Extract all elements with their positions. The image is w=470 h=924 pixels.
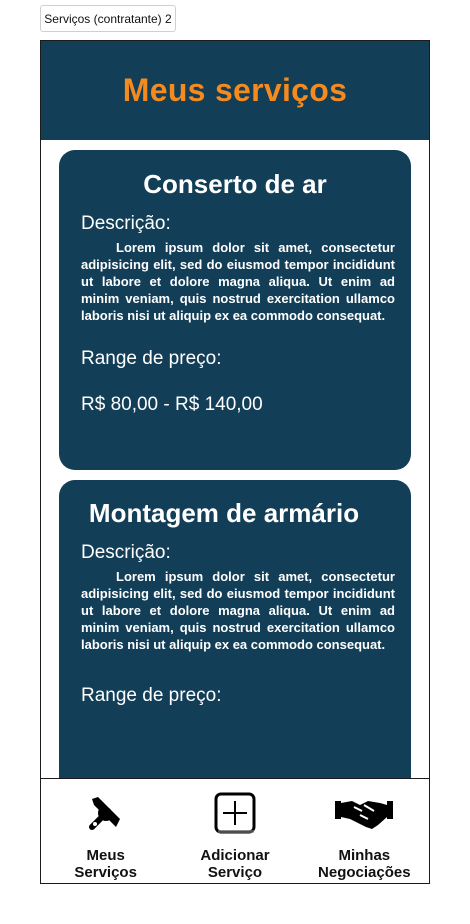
nav-adicionar-servico[interactable]: Adicionar Serviço — [170, 779, 299, 883]
description-label: Descrição: — [81, 213, 171, 234]
nav-label: Adicionar Serviço — [200, 847, 270, 881]
page-title: Meus serviços — [122, 72, 348, 108]
services-list[interactable]: Conserto de ar Descrição: Lorem ipsum do… — [41, 140, 429, 778]
bottom-nav: Meus Serviços Adicionar Serviço Minhas N… — [41, 778, 429, 883]
tools-icon — [86, 791, 126, 835]
phone-frame: Meus serviços Conserto de ar Descrição: … — [40, 40, 430, 884]
service-description: Lorem ipsum dolor sit amet, consectetur … — [81, 569, 395, 652]
service-title: Montagem de armário — [88, 498, 360, 528]
nav-minhas-negociacoes[interactable]: Minhas Negociações — [300, 779, 429, 883]
description-label: Descrição: — [81, 542, 171, 563]
service-card[interactable]: Conserto de ar Descrição: Lorem ipsum do… — [59, 150, 411, 470]
add-square-icon — [213, 791, 257, 835]
nav-meus-servicos[interactable]: Meus Serviços — [41, 779, 170, 883]
app-header: Meus serviços — [41, 41, 429, 140]
service-title: Conserto de ar — [143, 169, 327, 199]
nav-label: Minhas Negociações — [318, 847, 411, 881]
nav-label: Meus Serviços — [74, 847, 137, 881]
service-description: Lorem ipsum dolor sit amet, consectetur … — [81, 240, 395, 323]
price-range-label: Range de preço: — [81, 348, 222, 369]
browser-tab-label[interactable]: Serviços (contratante) 2 — [40, 5, 176, 32]
handshake-icon — [334, 791, 394, 835]
service-card[interactable]: Montagem de armário Descrição: Lorem ips… — [59, 480, 411, 778]
price-range-label: Range de preço: — [81, 685, 222, 706]
price-range-value: R$ 80,00 - R$ 140,00 — [81, 394, 263, 415]
